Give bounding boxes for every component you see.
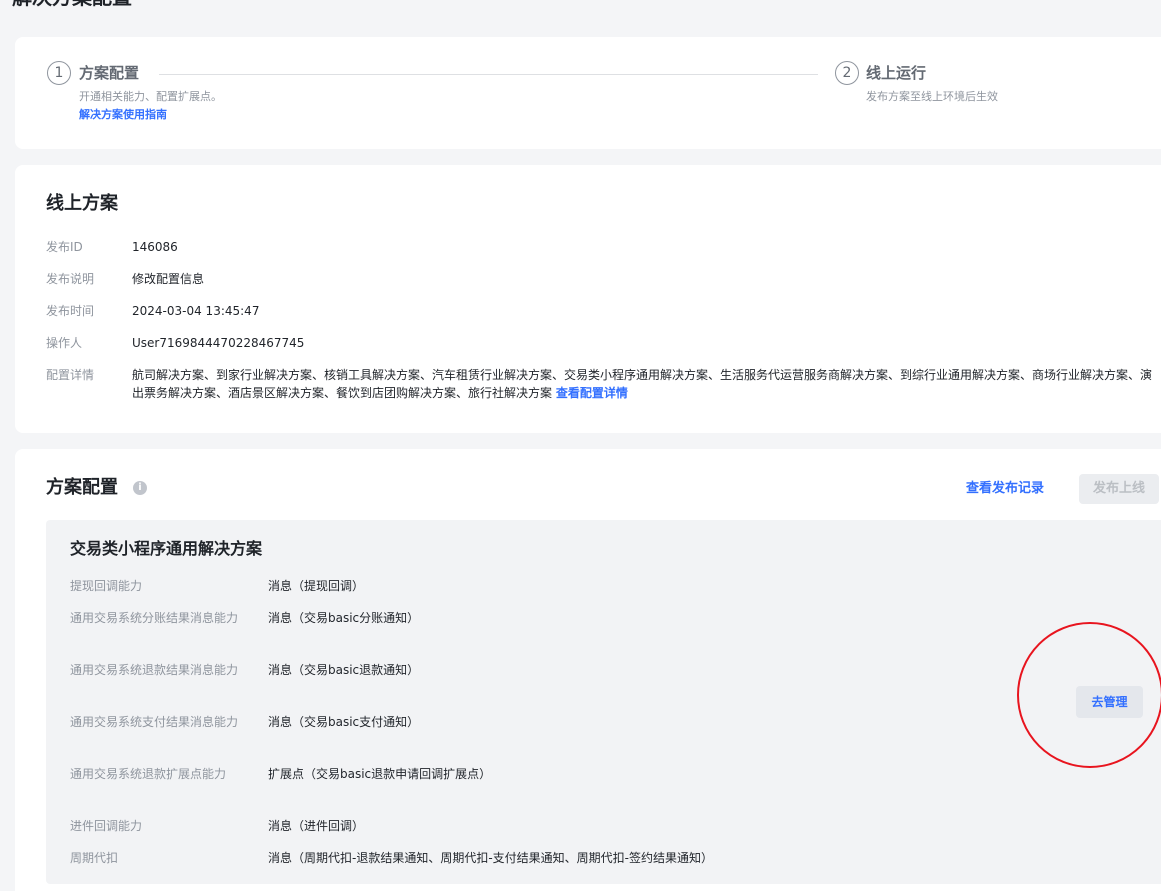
capability-label: 周期代扣 [70, 851, 119, 865]
config-detail-value: 航司解决方案、到家行业解决方案、核销工具解决方案、汽车租赁行业解决方案、交易类小… [132, 366, 1160, 402]
capability-value: 消息（交易basic支付通知） [268, 715, 420, 729]
step-2-number: 2 [835, 61, 859, 85]
config-detail-text: 航司解决方案、到家行业解决方案、核销工具解决方案、汽车租赁行业解决方案、交易类小… [132, 368, 1153, 400]
step-1-desc: 开通相关能力、配置扩展点。 [79, 90, 222, 103]
capability-label: 通用交易系统分账结果消息能力 [70, 611, 239, 625]
step-1-title: 方案配置 [79, 64, 140, 82]
operator-value: User7169844470228467745 [132, 336, 305, 350]
capability-value: 消息（交易basic分账通知） [268, 611, 420, 625]
capability-value: 消息（提现回调） [268, 579, 365, 593]
capability-label: 通用交易系统退款扩展点能力 [70, 767, 227, 781]
operator-label: 操作人 [46, 336, 83, 350]
capability-value: 扩展点（交易basic退款申请回调扩展点） [268, 767, 492, 781]
online-solution-title: 线上方案 [46, 193, 118, 214]
step-2-title: 线上运行 [866, 64, 927, 82]
capability-label: 通用交易系统支付结果消息能力 [70, 715, 239, 729]
config-detail-label: 配置详情 [46, 368, 95, 382]
capability-value: 消息（交易basic退款通知） [268, 663, 420, 677]
capability-value: 消息（进件回调） [268, 819, 365, 833]
publish-id-label: 发布ID [46, 240, 83, 254]
manage-button[interactable]: 去管理 [1076, 686, 1143, 718]
steps-card: 1 方案配置 开通相关能力、配置扩展点。 解决方案使用指南 2 线上运行 发布方… [15, 37, 1161, 149]
capability-value: 消息（周期代扣-退款结果通知、周期代扣-支付结果通知、周期代扣-签约结果通知） [268, 851, 713, 865]
solution-config-card: 方案配置 i 查看发布记录 发布上线 交易类小程序通用解决方案 提现回调能力 消… [15, 449, 1161, 891]
view-publish-records-button[interactable]: 查看发布记录 [966, 480, 1044, 498]
publish-note-label: 发布说明 [46, 272, 95, 286]
solution-item: 交易类小程序通用解决方案 提现回调能力 消息（提现回调） 通用交易系统分账结果消… [46, 520, 1161, 884]
publish-id-value: 146086 [132, 240, 178, 254]
info-icon[interactable]: i [133, 481, 147, 495]
publish-time-value: 2024-03-04 13:45:47 [132, 304, 260, 318]
publish-online-button[interactable]: 发布上线 [1079, 474, 1159, 504]
publish-note-value: 修改配置信息 [132, 272, 205, 286]
step-1-number: 1 [47, 61, 71, 85]
solution-guide-link[interactable]: 解决方案使用指南 [79, 107, 167, 123]
online-solution-card: 线上方案 发布ID 146086 发布说明 修改配置信息 发布时间 2024-0… [15, 165, 1161, 433]
page-title: 解决方案配置 [12, 0, 132, 8]
capability-label: 提现回调能力 [70, 579, 143, 593]
capability-label: 通用交易系统退款结果消息能力 [70, 663, 239, 677]
solution-config-title: 方案配置 [46, 477, 118, 498]
solution-item-title: 交易类小程序通用解决方案 [70, 539, 263, 558]
view-config-detail-link[interactable]: 查看配置详情 [556, 386, 628, 400]
publish-time-label: 发布时间 [46, 304, 95, 318]
step-2-desc: 发布方案至线上环境后生效 [866, 90, 998, 103]
step-connector [159, 74, 818, 75]
capability-label: 进件回调能力 [70, 819, 143, 833]
